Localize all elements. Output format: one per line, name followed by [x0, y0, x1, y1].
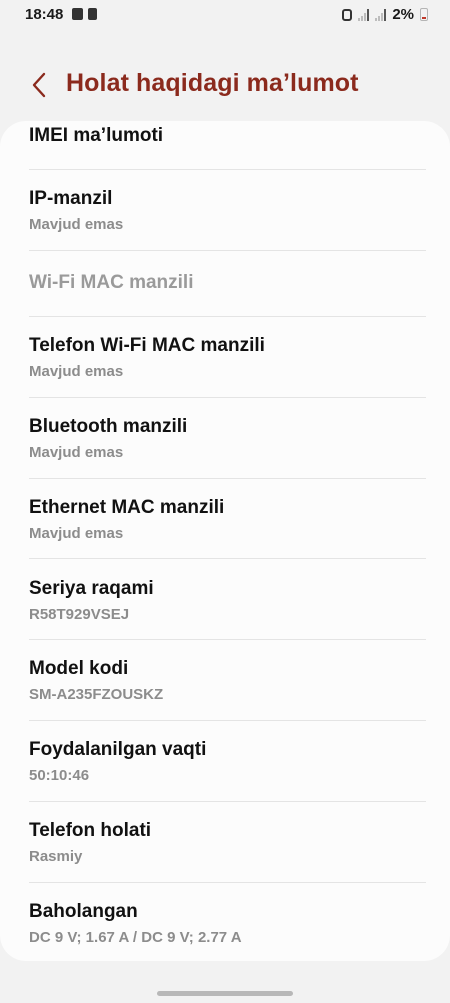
item-value: 50:10:46 [29, 767, 90, 784]
alert-icon [88, 8, 97, 20]
app-header: Holat haqidagi ma’lumot [0, 66, 450, 106]
divider [29, 639, 426, 640]
item-value: Mavjud emas [29, 525, 124, 542]
item-value: SM-A235FZOUSKZ [29, 686, 164, 703]
item-title: Telefon Wi-Fi MAC manzili [29, 335, 265, 356]
divider [29, 316, 426, 317]
divider [29, 720, 426, 721]
message-icon [72, 8, 83, 20]
notification-icons [72, 8, 97, 20]
chevron-left-icon [32, 72, 46, 98]
list-item-up-time[interactable]: Foydalanilgan vaqti 50:10:46 [29, 738, 426, 786]
item-value: Mavjud emas [29, 216, 124, 233]
signal-sim1-icon [358, 8, 370, 21]
back-button[interactable] [24, 68, 54, 102]
divider [29, 478, 426, 479]
item-title: Bluetooth manzili [29, 416, 188, 437]
page-title: Holat haqidagi ma’lumot [66, 69, 359, 97]
item-title: IP-manzil [29, 188, 113, 209]
item-value: Mavjud emas [29, 363, 124, 380]
list-item-rated[interactable]: Baholangan DC 9 V; 1.67 A / DC 9 V; 2.77… [29, 900, 426, 948]
status-bar: 18:48 2% [0, 0, 450, 32]
item-title: Foydalanilgan vaqti [29, 739, 207, 760]
list-item-phone-status[interactable]: Telefon holati Rasmiy [29, 819, 426, 867]
status-time: 18:48 [25, 6, 64, 23]
battery-icon [420, 8, 428, 21]
divider [29, 397, 426, 398]
item-title: Seriya raqami [29, 578, 154, 599]
home-indicator[interactable] [157, 991, 293, 996]
status-info-list: IMEI ma’lumoti IP-manzil Mavjud emas Wi-… [0, 121, 450, 961]
divider [29, 169, 426, 170]
item-title: Baholangan [29, 901, 138, 922]
list-item-serial-number[interactable]: Seriya raqami R58T929VSEJ [29, 577, 426, 625]
item-value: Rasmiy [29, 848, 83, 865]
item-title: Model kodi [29, 658, 129, 679]
list-item-ip-address[interactable]: IP-manzil Mavjud emas [29, 187, 426, 235]
list-item-bluetooth-address[interactable]: Bluetooth manzili Mavjud emas [29, 415, 426, 463]
signal-sim2-icon [375, 8, 387, 21]
item-title: Ethernet MAC manzili [29, 497, 225, 518]
status-indicators: 2% [342, 6, 428, 23]
list-item-imei[interactable]: IMEI ma’lumoti [29, 124, 426, 148]
divider [29, 882, 426, 883]
item-title: Wi-Fi MAC manzili [29, 272, 194, 293]
list-item-phone-wifi-mac[interactable]: Telefon Wi-Fi MAC manzili Mavjud emas [29, 334, 426, 382]
list-item-model-code[interactable]: Model kodi SM-A235FZOUSKZ [29, 657, 426, 705]
item-value: Mavjud emas [29, 444, 124, 461]
divider [29, 250, 426, 251]
list-item-ethernet-mac[interactable]: Ethernet MAC manzili Mavjud emas [29, 496, 426, 544]
item-value: R58T929VSEJ [29, 606, 130, 623]
item-title: Telefon holati [29, 820, 152, 841]
divider [29, 558, 426, 559]
divider [29, 801, 426, 802]
list-item-wifi-mac: Wi-Fi MAC manzili [29, 271, 426, 295]
item-title: IMEI ma’lumoti [29, 125, 164, 146]
item-value: DC 9 V; 1.67 A / DC 9 V; 2.77 A [29, 929, 242, 946]
nfc-icon [342, 8, 353, 21]
battery-percent: 2% [392, 6, 414, 23]
